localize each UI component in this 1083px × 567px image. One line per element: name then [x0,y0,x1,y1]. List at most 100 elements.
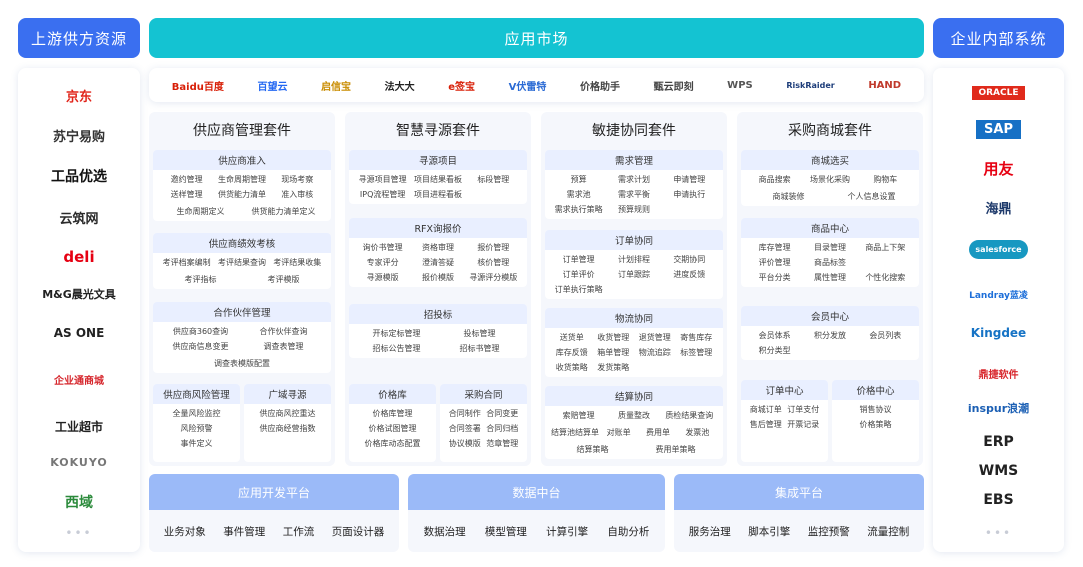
module-item[interactable]: 会员列表 [858,328,913,343]
module-item[interactable]: 价格库动态配置 [355,436,430,451]
module-item[interactable]: 寻源模版 [355,270,410,285]
module-item[interactable]: 个人信息设置 [830,189,913,204]
module-item[interactable]: 目录管理 [802,240,857,255]
module-item[interactable]: 退货管理 [634,330,676,345]
platform-item[interactable]: 工作流 [283,524,315,539]
platform-item[interactable]: 事件管理 [223,524,265,539]
module-item[interactable]: 开票记录 [785,417,823,432]
module-item[interactable]: 报价管理 [466,240,521,255]
module-item[interactable]: 生命周期定义 [159,204,242,219]
module-item[interactable]: 项目结果看板 [410,172,465,187]
module-item[interactable]: 商品上下架 [858,240,913,255]
module-item[interactable]: 准入审核 [270,187,325,202]
platform-item[interactable]: 流量控制 [867,524,909,539]
module-item[interactable]: 标段管理 [466,172,521,187]
module-item[interactable]: 发票池 [678,425,717,440]
platform-item[interactable]: 模型管理 [485,524,527,539]
platform-item[interactable]: 服务治理 [689,524,731,539]
module-item[interactable]: 供应商360查询 [159,324,242,339]
module-item[interactable]: 订单执行策略 [551,282,606,297]
module-item[interactable]: 发货策略 [593,360,635,375]
module-item[interactable]: 质检结果查询 [662,408,717,423]
module-item[interactable]: 订单支付 [785,402,823,417]
module-item[interactable]: 需求执行策略 [551,202,606,217]
module-item[interactable]: 价格试图管理 [355,421,430,436]
module-item[interactable]: 费用单策略 [634,442,717,457]
module-item[interactable]: 投标管理 [438,326,521,341]
module-item[interactable]: 合同制作 [446,406,484,421]
module-item[interactable]: 订单评价 [551,267,606,282]
module-item[interactable]: 招标书管理 [438,341,521,356]
module-item[interactable]: 考评档案编制 [159,255,214,270]
module-item[interactable]: 预算规则 [606,202,661,217]
module-item[interactable]: 供应商经营指数 [250,421,325,436]
platform-item[interactable]: 计算引擎 [546,524,588,539]
module-item[interactable]: 报价模版 [410,270,465,285]
module-item[interactable]: 计划排程 [606,252,661,267]
module-item[interactable]: 积分类型 [747,343,802,358]
module-item[interactable]: 商品标签 [802,255,857,270]
module-item[interactable]: 订单跟踪 [606,267,661,282]
module-item[interactable]: 供货能力清单 [214,187,269,202]
module-item[interactable]: 评价管理 [747,255,802,270]
module-item[interactable]: 结算池结算单 [551,425,599,440]
module-item[interactable]: 商城装修 [747,189,830,204]
platform-item[interactable]: 脚本引擎 [748,524,790,539]
module-item[interactable]: 核价管理 [466,255,521,270]
module-item[interactable]: 交期协同 [662,252,717,267]
module-item[interactable]: 澄清答疑 [410,255,465,270]
module-item[interactable]: 费用单 [638,425,677,440]
module-item[interactable]: 项目进程看板 [410,187,465,202]
module-item[interactable]: 商品搜索 [747,172,802,187]
module-item[interactable]: 考评结果收集 [270,255,325,270]
module-item[interactable]: 招标公告管理 [355,341,438,356]
module-item[interactable]: 价格库管理 [355,406,430,421]
module-item[interactable]: 积分发放 [802,328,857,343]
module-item[interactable]: 需求计划 [606,172,661,187]
module-item[interactable]: 收货管理 [593,330,635,345]
module-item[interactable]: 考评模版 [242,272,325,287]
module-item[interactable]: 平台分类 [747,270,802,285]
module-item[interactable]: 需求池 [551,187,606,202]
module-item[interactable]: 协议模版 [446,436,484,451]
module-item[interactable]: 销售协议 [838,402,913,417]
module-item[interactable]: 订单管理 [551,252,606,267]
platform-item[interactable]: 业务对象 [164,524,206,539]
module-item[interactable]: 询价书管理 [355,240,410,255]
module-item[interactable]: 专家评分 [355,255,410,270]
module-item[interactable]: 生命周期管理 [214,172,269,187]
module-item[interactable]: 寻源评分模版 [466,270,521,285]
module-item[interactable]: 对账单 [599,425,638,440]
module-item[interactable]: 寻源项目管理 [355,172,410,187]
module-item[interactable]: 商城订单 [747,402,785,417]
module-item[interactable]: 寄售库存 [676,330,718,345]
module-item[interactable]: 合作伙伴查询 [242,324,325,339]
module-item[interactable]: 结算策略 [551,442,634,457]
platform-item[interactable]: 数据治理 [424,524,466,539]
module-item[interactable]: 价格策略 [838,417,913,432]
module-item[interactable]: 考评指标 [159,272,242,287]
module-item[interactable]: 质量整改 [606,408,661,423]
module-item[interactable]: 库存管理 [747,240,802,255]
module-item[interactable]: 合同变更 [484,406,522,421]
module-item[interactable]: 需求平衡 [606,187,661,202]
module-item[interactable]: 申请执行 [662,187,717,202]
module-item[interactable]: 供应商信息变更 [159,339,242,354]
platform-item[interactable]: 页面设计器 [332,524,385,539]
module-item[interactable]: 场景化采购 [802,172,857,187]
module-item[interactable]: 合同签署 [446,421,484,436]
module-item[interactable]: 索赔管理 [551,408,606,423]
module-item[interactable]: 箱单管理 [593,345,635,360]
module-item[interactable]: 预算 [551,172,606,187]
module-item[interactable]: 资格审理 [410,240,465,255]
module-item[interactable]: 考评结果查询 [214,255,269,270]
module-item[interactable]: 会员体系 [747,328,802,343]
module-item[interactable]: 现场考察 [270,172,325,187]
module-item[interactable]: 购物车 [858,172,913,187]
module-item[interactable]: 供货能力清单定义 [242,204,325,219]
module-item[interactable]: 标签管理 [676,345,718,360]
module-item[interactable]: 送货单 [551,330,593,345]
module-item[interactable]: 属性管理 [802,270,857,285]
module-item[interactable]: 供应商风控重达 [250,406,325,421]
module-item[interactable]: 开标定标管理 [355,326,438,341]
